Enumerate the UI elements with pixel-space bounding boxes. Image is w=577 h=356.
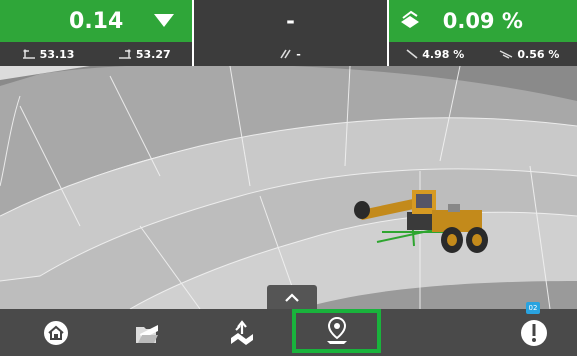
folder-icon (136, 325, 158, 343)
alert-count-badge: 02 (526, 302, 540, 314)
elevation-value: 0.14 (69, 8, 124, 34)
left-elevation: 53.13 (22, 48, 74, 61)
middle-sub-item: - (280, 48, 301, 61)
slope-sub: 4.98 % 0.56 % (388, 42, 577, 66)
motor-grader-icon (354, 190, 488, 253)
right-slope-icon (500, 50, 513, 59)
cross-slope-icon (280, 49, 291, 59)
position-button[interactable] (292, 309, 381, 353)
elevation-main[interactable]: 0.14 (0, 0, 193, 42)
right-elevation-icon (118, 49, 131, 59)
location-pin-icon (327, 316, 347, 344)
right-elevation: 53.27 (118, 48, 171, 61)
design-3d-view[interactable] (0, 66, 577, 309)
left-slope: 4.98 % (406, 48, 464, 61)
dropdown-triangle-icon[interactable] (154, 14, 175, 27)
alert-icon (521, 320, 547, 346)
left-elevation-icon (22, 49, 35, 59)
alerts-button[interactable] (514, 313, 554, 353)
top-status-bar: 0.14 53.13 53.27 - - 0.09 % 4.98 % 0.56 … (0, 0, 577, 66)
middle-value: - (286, 9, 295, 33)
home-button[interactable] (36, 313, 76, 353)
left-slope-icon (406, 49, 418, 59)
expand-toolbar-button[interactable] (267, 285, 317, 309)
elevation-panel[interactable]: 0.14 53.13 53.27 (0, 0, 193, 66)
right-slope: 0.56 % (499, 48, 559, 61)
slope-value: 0.09 % (442, 9, 523, 33)
middle-panel[interactable]: - - (194, 0, 387, 66)
layers-icon (400, 10, 419, 28)
elevation-sub: 53.13 53.27 (0, 42, 193, 66)
slope-main[interactable]: 0.09 % (388, 0, 577, 42)
surface-icon (231, 320, 253, 345)
bottom-toolbar (0, 309, 577, 356)
surface-button[interactable] (222, 313, 262, 353)
slope-panel[interactable]: 0.09 % 4.98 % 0.56 % (388, 0, 577, 66)
middle-main[interactable]: - (194, 0, 387, 42)
files-button[interactable] (127, 313, 167, 353)
home-icon (44, 321, 68, 345)
chevron-up-icon (285, 292, 299, 302)
middle-sub: - (194, 42, 387, 66)
